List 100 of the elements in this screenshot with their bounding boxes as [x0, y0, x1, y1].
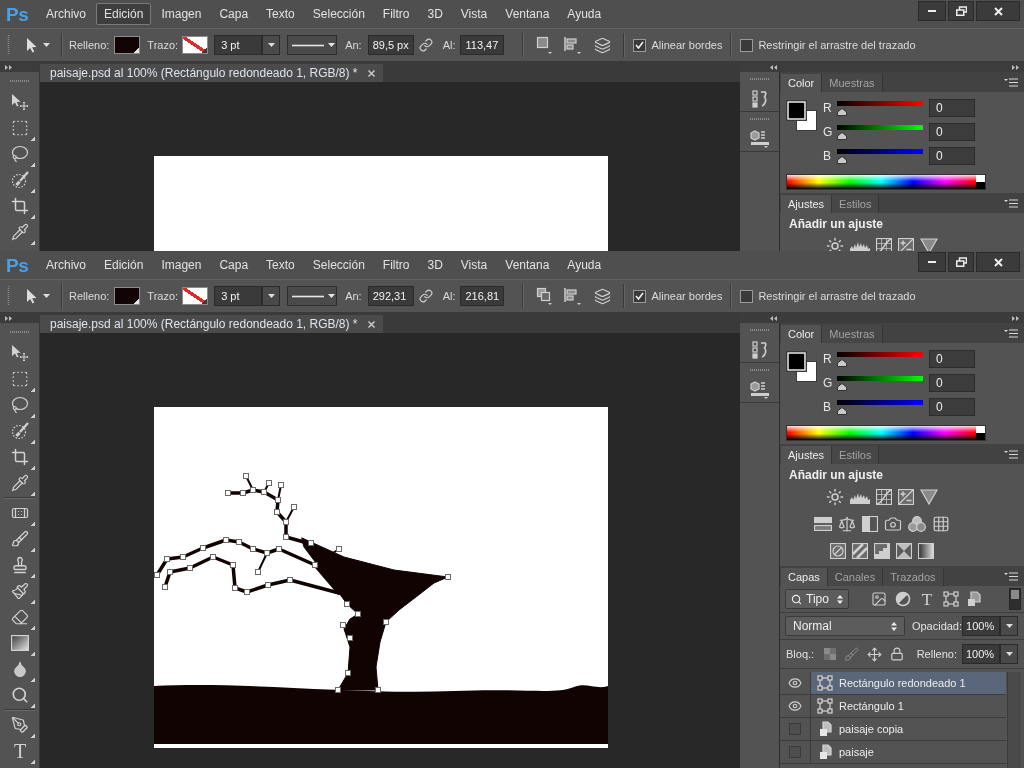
stroke-style-dropdown[interactable]: [287, 35, 338, 55]
panel-menu-icon[interactable]: [1004, 77, 1018, 87]
channel-value-field[interactable]: 0: [929, 350, 975, 368]
panel-menu-icon[interactable]: [1004, 198, 1018, 208]
menu-item[interactable]: Texto: [258, 3, 303, 25]
menu-item[interactable]: Vista: [452, 3, 496, 25]
plus-minus-square-icon[interactable]: [898, 488, 914, 505]
panel-menu-icon[interactable]: [1004, 571, 1018, 581]
restore-button[interactable]: [948, 1, 974, 21]
stepped-square-icon[interactable]: [874, 542, 890, 559]
menu-item[interactable]: Archivo: [38, 3, 94, 25]
half-circle-icon[interactable]: [895, 591, 911, 607]
width-field[interactable]: 89,5 px: [367, 35, 414, 55]
triangle-icon[interactable]: [920, 488, 938, 505]
menu-item[interactable]: Vista: [452, 254, 496, 276]
menu-item[interactable]: Ayuda: [559, 3, 610, 25]
layer-filter-dropdown[interactable]: Tipo: [785, 589, 849, 609]
menu-item[interactable]: Filtro: [374, 254, 418, 276]
layers-stack-icon[interactable]: [594, 36, 612, 54]
menu-item[interactable]: Capa: [211, 254, 257, 276]
plus-minus-square-icon[interactable]: [898, 237, 914, 251]
panel-tab[interactable]: Color: [781, 74, 823, 92]
hourglass-square-icon[interactable]: [896, 542, 912, 559]
menu-item[interactable]: Ventana: [497, 3, 558, 25]
fill-color-swatch[interactable]: [114, 287, 141, 305]
checkerboard-icon[interactable]: [824, 648, 837, 660]
checkbox[interactable]: [633, 38, 647, 52]
panel-tab[interactable]: Ajustes: [781, 195, 833, 213]
color-swatches-icon[interactable]: [786, 100, 817, 131]
layer-row[interactable]: Rectángulo redondeado 1: [811, 672, 1006, 694]
menu-item[interactable]: Edición: [96, 254, 152, 276]
color-swatches-icon[interactable]: [786, 351, 817, 382]
link-icon[interactable]: [418, 289, 433, 303]
panel-tab[interactable]: Capas: [781, 568, 828, 586]
menu-item[interactable]: Imagen: [153, 254, 210, 276]
menu-item[interactable]: Edición: [96, 3, 152, 25]
panel-tab[interactable]: Estilos: [832, 195, 880, 213]
link-icon[interactable]: [418, 38, 433, 52]
curve-grid-icon[interactable]: [876, 237, 892, 251]
menu-item[interactable]: 3D: [419, 3, 451, 25]
stroke-color-swatch[interactable]: [182, 36, 209, 54]
fill-color-swatch[interactable]: [114, 36, 141, 54]
stroke-width-field[interactable]: 3 pt: [214, 35, 263, 55]
minimize-button[interactable]: [918, 1, 946, 21]
channel-value-field[interactable]: 0: [929, 398, 975, 416]
balance-scale-icon[interactable]: [838, 514, 856, 533]
panel-tab[interactable]: Canales: [827, 568, 884, 586]
checkbox[interactable]: [633, 289, 647, 303]
panel-menu-icon[interactable]: [1004, 328, 1018, 338]
type-filter-button[interactable]: T: [919, 590, 935, 608]
slider-thumb[interactable]: [837, 407, 847, 415]
minimize-button[interactable]: [918, 252, 946, 272]
corner-handles-square-icon[interactable]: [943, 591, 959, 607]
height-field[interactable]: 216,81: [460, 286, 505, 306]
filter-toggle-switch[interactable]: [1009, 588, 1021, 610]
panel-tab[interactable]: Trazados: [883, 568, 944, 586]
menu-item[interactable]: Ayuda: [559, 254, 610, 276]
gradient-bars-icon[interactable]: [814, 516, 832, 531]
document-tab[interactable]: paisaje.psd al 100% (Rectángulo redondeado 1, RGB/8) *: [40, 315, 383, 333]
stroke-width-dropdown[interactable]: [262, 286, 281, 306]
color-spectrum-bar[interactable]: [786, 174, 986, 190]
layers-stack-icon[interactable]: [594, 287, 612, 305]
panel-tab[interactable]: Muestras: [822, 74, 883, 92]
panel-tab[interactable]: Ajustes: [781, 446, 833, 464]
camera-icon[interactable]: [884, 514, 902, 533]
curve-grid-icon[interactable]: [876, 488, 892, 505]
stroke-style-dropdown[interactable]: [287, 286, 338, 306]
three-circles-icon[interactable]: [908, 515, 926, 532]
channel-value-field[interactable]: 0: [929, 123, 975, 141]
slider-thumb[interactable]: [837, 359, 847, 367]
stroke-width-field[interactable]: 3 pt: [214, 286, 263, 306]
blend-mode-dropdown[interactable]: Normal: [785, 616, 905, 636]
stroke-color-swatch[interactable]: [182, 287, 209, 305]
panel-tab[interactable]: Estilos: [832, 446, 880, 464]
restore-button[interactable]: [948, 252, 974, 272]
layer-row[interactable]: paisaje: [811, 741, 1006, 763]
slider-thumb[interactable]: [837, 132, 847, 140]
stroke-width-dropdown[interactable]: [262, 35, 281, 55]
menu-item[interactable]: Capa: [211, 3, 257, 25]
menu-item[interactable]: Ventana: [497, 254, 558, 276]
menu-item[interactable]: 3D: [419, 254, 451, 276]
slider-thumb[interactable]: [837, 156, 847, 164]
fill-field[interactable]: 100%: [962, 644, 1000, 664]
color-spectrum-bar[interactable]: [786, 425, 986, 441]
checkbox[interactable]: [740, 289, 754, 303]
slashed-circle-square-icon[interactable]: [830, 542, 846, 559]
document-tab[interactable]: paisaje.psd al 100% (Rectángulo redondeado 1, RGB/8) *: [40, 64, 383, 82]
close-button[interactable]: [976, 252, 1020, 272]
document-icon[interactable]: [967, 591, 981, 607]
path-align-icon[interactable]: [563, 36, 582, 54]
sun-icon[interactable]: [826, 236, 844, 251]
width-field[interactable]: 292,31: [367, 286, 414, 306]
channel-value-field[interactable]: 0: [929, 374, 975, 392]
path-align-icon[interactable]: [563, 287, 582, 305]
image-icon[interactable]: [871, 591, 887, 607]
menu-item[interactable]: Imagen: [153, 3, 210, 25]
opacity-dropdown[interactable]: [1000, 616, 1018, 636]
channel-value-field[interactable]: 0: [929, 99, 975, 117]
menu-item[interactable]: Archivo: [38, 254, 94, 276]
sun-icon[interactable]: [826, 487, 844, 506]
